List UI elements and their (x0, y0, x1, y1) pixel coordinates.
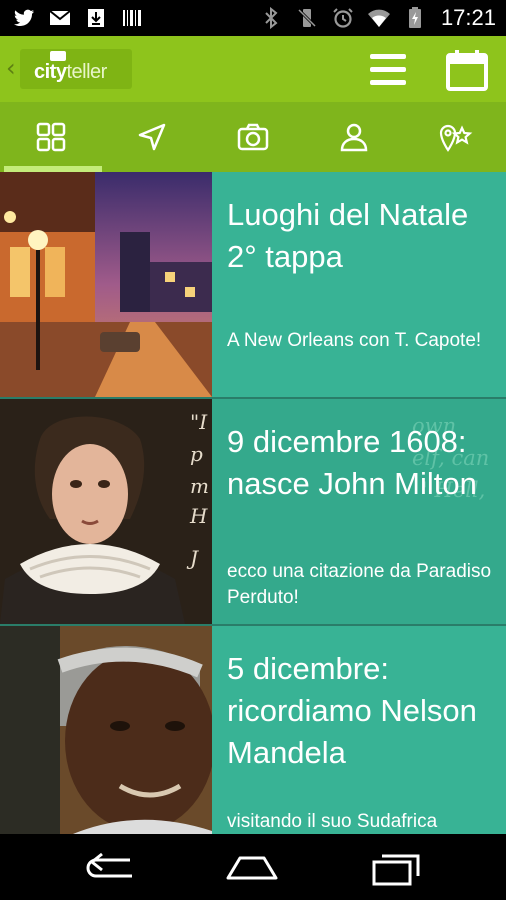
bluetooth-icon (265, 6, 278, 30)
card-title: 9 dicembre 1608: nasce John Milton (227, 424, 477, 501)
home-icon[interactable] (222, 848, 282, 888)
status-time: 17:21 (440, 5, 496, 30)
action-bar: ‹ cityteller (0, 36, 506, 102)
logo-speaker-icon (50, 51, 66, 61)
navigation-bar (0, 834, 506, 900)
download-icon (88, 9, 104, 27)
card-subtitle: ecco una citazione da Paradiso Perduto! (227, 561, 492, 608)
svg-text:H: H (189, 504, 208, 528)
app-logo[interactable]: cityteller (20, 49, 132, 89)
card-image-nelson-mandela (0, 626, 212, 834)
svg-text:m: m (190, 474, 209, 498)
barcode-icon (123, 10, 141, 26)
tab-camera[interactable] (202, 102, 303, 172)
logo-text: cityteller (34, 61, 107, 84)
camera-icon (237, 123, 268, 151)
status-bar: 17:21 (0, 0, 506, 36)
tab-favorite-places[interactable] (404, 102, 505, 172)
grid-icon (36, 122, 65, 152)
card-image-new-orleans (0, 172, 212, 397)
tab-grid[interactable] (0, 102, 101, 172)
back-icon[interactable] (82, 848, 142, 888)
feed-card-3[interactable]: 5 dicembre: ricordiamo Nelson Mandela vi… (0, 626, 506, 834)
svg-text:"I: "I (190, 410, 208, 434)
feed-card-1[interactable]: Luoghi del Natale 2° tappa A New Orleans… (0, 172, 506, 397)
svg-text:p: p (190, 442, 203, 466)
feed-list: Luoghi del Natale 2° tappa A New Orleans… (0, 172, 506, 834)
card-subtitle: visitando il suo Sudafrica (227, 811, 438, 832)
card-title: 5 dicembre: ricordiamo Nelson Mandela (227, 651, 477, 770)
feed-card-2[interactable]: "I p m H J own elf, can ' Hell, 9 dicemb… (0, 399, 506, 624)
place-star-icon (439, 124, 472, 152)
card-text-panel: Luoghi del Natale 2° tappa A New Orleans… (212, 172, 506, 397)
navigation-arrow-icon (138, 123, 165, 151)
tab-navigation[interactable] (101, 102, 202, 172)
mail-icon (49, 10, 71, 25)
battery-icon (408, 7, 421, 28)
tab-profile[interactable] (303, 102, 404, 172)
card-image-john-milton: "I p m H J (0, 399, 212, 624)
vibrate-icon (297, 8, 316, 28)
card-title: Luoghi del Natale 2° tappa (227, 197, 469, 274)
calendar-icon[interactable] (444, 48, 490, 92)
twitter-icon (14, 9, 34, 27)
card-subtitle: A New Orleans con T. Capote! (227, 330, 482, 351)
logo-text-teller: teller (66, 61, 107, 83)
tab-bar (0, 102, 506, 172)
card-text-panel: 5 dicembre: ricordiamo Nelson Mandela vi… (212, 626, 506, 834)
alarm-icon (333, 8, 353, 28)
menu-icon[interactable] (366, 50, 410, 90)
card-text-panel: own elf, can ' Hell, 9 dicembre 1608: na… (212, 399, 506, 624)
back-chevron-icon[interactable]: ‹ (6, 56, 16, 80)
recent-apps-icon[interactable] (366, 848, 426, 888)
logo-text-city: city (34, 61, 67, 83)
user-icon (340, 123, 367, 152)
wifi-icon (367, 9, 390, 27)
